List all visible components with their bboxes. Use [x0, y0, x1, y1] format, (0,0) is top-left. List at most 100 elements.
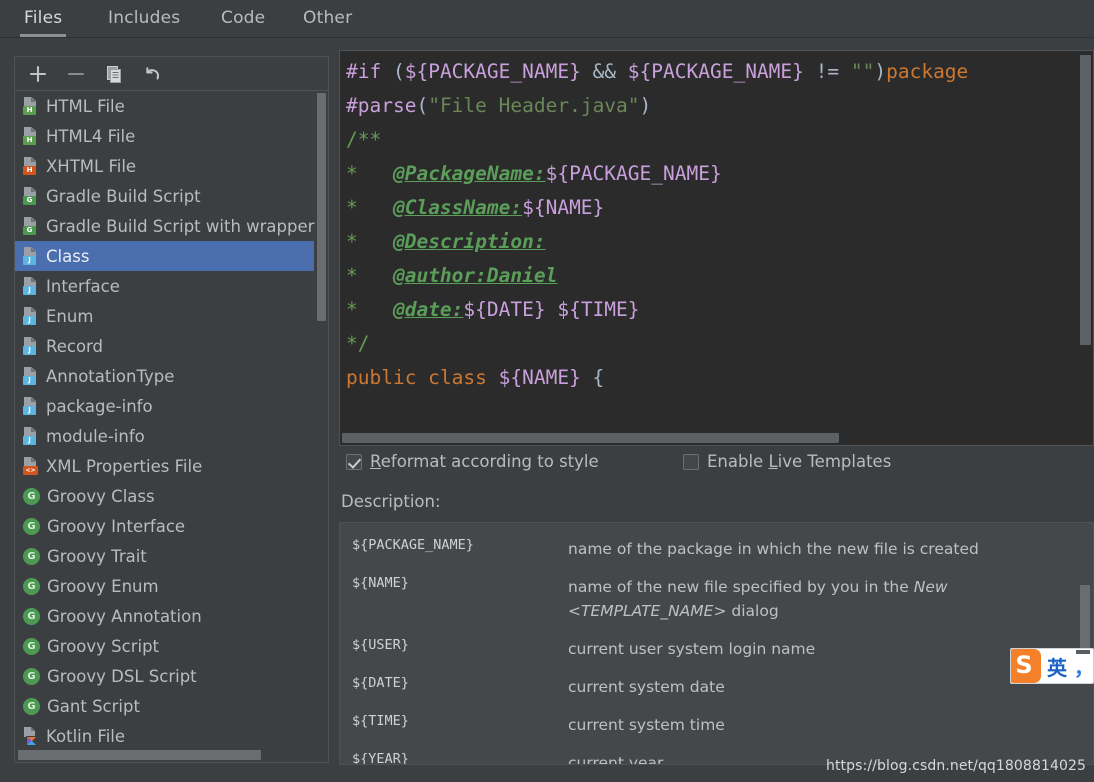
code-token: &&	[580, 60, 628, 83]
template-list-item[interactable]: H HTML File	[15, 91, 328, 121]
template-list-item[interactable]: Jpackage-info	[15, 391, 328, 421]
template-list-item[interactable]: J AnnotationType	[15, 361, 328, 391]
code-token: package	[886, 60, 969, 83]
groovy-icon: G	[23, 607, 40, 625]
code-line: public class ${NAME} {	[346, 361, 1093, 395]
tab-files-label: Files	[24, 8, 63, 28]
template-code-editor[interactable]: #if (${PACKAGE_NAME} && ${PACKAGE_NAME} …	[339, 50, 1094, 446]
description-text: name of the package in which the new fil…	[568, 540, 979, 558]
live-templates-checkbox[interactable]: Enable Live Templates	[683, 452, 891, 471]
groovy-icon: G	[23, 577, 40, 595]
template-list[interactable]: H HTML File H HTML4 File H XHTML File G Gradle …	[15, 91, 328, 762]
sogou-ime-bar[interactable]: S 英 ，	[1010, 648, 1094, 684]
description-row: ${USER} current user system login name	[340, 623, 1093, 661]
code-token: @ClassName:	[392, 196, 523, 219]
groovy-icon: G	[23, 637, 40, 655]
template-list-item[interactable]: G Groovy Enum	[15, 571, 328, 601]
ime-punctuation-icon[interactable]: ，	[1074, 652, 1093, 681]
template-list-toolbar	[15, 57, 328, 91]
tab-other-label: Other	[303, 8, 353, 28]
code-token: ${NAME}	[522, 196, 605, 219]
live-templates-checkbox-box[interactable]	[683, 453, 699, 470]
template-list-item[interactable]: H XHTML File	[15, 151, 328, 181]
code-token: ${NAME}	[498, 366, 581, 389]
groovy-icon: G	[23, 547, 40, 565]
template-list-item[interactable]: H HTML4 File	[15, 121, 328, 151]
copy-template-button[interactable]	[103, 63, 125, 85]
code-line: * @Description:	[346, 225, 1093, 259]
java-annotation-icon: J	[23, 367, 39, 385]
template-list-item[interactable]: G Groovy DSL Script	[15, 661, 328, 691]
template-list-item[interactable]: J Class	[15, 241, 314, 271]
kotlin-file-icon	[23, 727, 39, 745]
description-row: ${DATE} current system date	[340, 661, 1093, 699]
template-list-item[interactable]: G Gradle Build Script with wrapper	[15, 211, 328, 241]
template-list-item-label: Kotlin File	[46, 726, 126, 746]
template-list-item[interactable]: J Interface	[15, 271, 328, 301]
template-list-item[interactable]: J Enum	[15, 301, 328, 331]
code-token: !=	[803, 60, 851, 83]
groovy-file-icon: G	[23, 187, 39, 205]
code-token: ${PACKAGE_NAME}	[627, 60, 804, 83]
code-token: @author:	[392, 264, 487, 287]
code-line: * @ClassName:${NAME}	[346, 191, 1093, 225]
java-class-icon: J	[23, 247, 39, 265]
template-code-text: #if (${PACKAGE_NAME} && ${PACKAGE_NAME} …	[346, 55, 1093, 395]
code-token: *	[346, 162, 393, 185]
ime-mode-label[interactable]: 英	[1047, 652, 1067, 681]
template-list-item[interactable]: <> XML Properties File	[15, 451, 328, 481]
description-row: ${NAME} name of the new file specified by…	[340, 561, 1093, 623]
template-list-item[interactable]: Jmodule-info	[15, 421, 328, 451]
template-list-item[interactable]: G Groovy Interface	[15, 511, 328, 541]
template-list-item[interactable]: G Groovy Trait	[15, 541, 328, 571]
code-token: *	[346, 196, 393, 219]
tab-includes[interactable]: Includes	[102, 5, 186, 35]
code-token: */	[346, 332, 370, 355]
html-file-icon: H	[23, 97, 39, 115]
template-list-horizontal-scrollbar[interactable]	[18, 750, 261, 760]
add-template-button[interactable]	[27, 63, 49, 85]
editor-vertical-scrollbar[interactable]	[1080, 55, 1091, 345]
template-list-item[interactable]: G Groovy Annotation	[15, 601, 328, 631]
code-token: *	[346, 264, 393, 287]
java-package-info-icon: J	[23, 397, 39, 415]
template-list-item[interactable]: Kotlin File	[15, 721, 328, 751]
remove-template-button[interactable]	[65, 63, 87, 85]
description-panel[interactable]: ${PACKAGE_NAME} name of the package in wh…	[339, 522, 1094, 765]
reformat-checkbox-box[interactable]	[346, 453, 362, 470]
code-token: "File Header.java"	[428, 94, 640, 117]
code-line: #parse("File Header.java")	[346, 89, 1093, 123]
ime-titlebar-handle[interactable]	[1076, 650, 1090, 654]
code-token: (	[392, 60, 405, 83]
tab-code[interactable]: Code	[215, 5, 271, 35]
template-list-item[interactable]: G Groovy Script	[15, 631, 328, 661]
tab-files[interactable]: Files	[18, 5, 68, 37]
template-list-item[interactable]: G Groovy Class	[15, 481, 328, 511]
template-list-item[interactable]: G Gant Script	[15, 691, 328, 721]
editor-horizontal-scrollbar[interactable]	[342, 433, 839, 443]
code-token: ${PACKAGE_NAME}	[545, 162, 722, 185]
template-list-item-label: module-info	[46, 426, 145, 446]
description-variable: ${TIME}	[352, 713, 409, 729]
xhtml-file-icon: H	[23, 157, 39, 175]
reformat-checkbox[interactable]: Reformat according to style	[346, 452, 599, 471]
template-list-vertical-scrollbar[interactable]	[317, 93, 326, 321]
template-list-item[interactable]: G Gradle Build Script	[15, 181, 328, 211]
code-token: public class	[346, 366, 499, 389]
code-token: *	[346, 298, 393, 321]
template-list-item[interactable]: J Record	[15, 331, 328, 361]
code-line: * @PackageName:${PACKAGE_NAME}	[346, 157, 1093, 191]
tab-other[interactable]: Other	[297, 5, 358, 35]
reset-template-button[interactable]	[141, 63, 163, 85]
template-list-item-label: Interface	[46, 276, 120, 296]
groovy-icon: G	[23, 697, 40, 715]
tab-bar: Files Includes Code Other	[0, 0, 1094, 38]
editor-options-row: Reformat according to style Enable Live …	[346, 452, 1086, 476]
code-line: * @date:${DATE} ${TIME}	[346, 293, 1093, 327]
description-variable: ${YEAR}	[352, 751, 409, 765]
template-list-item-label: Groovy Script	[47, 636, 160, 656]
code-token: @date:	[392, 298, 464, 321]
groovy-icon: G	[23, 667, 40, 685]
description-emphasis: <TEMPLATE_NAME>	[568, 602, 727, 620]
code-token: {	[580, 366, 605, 389]
